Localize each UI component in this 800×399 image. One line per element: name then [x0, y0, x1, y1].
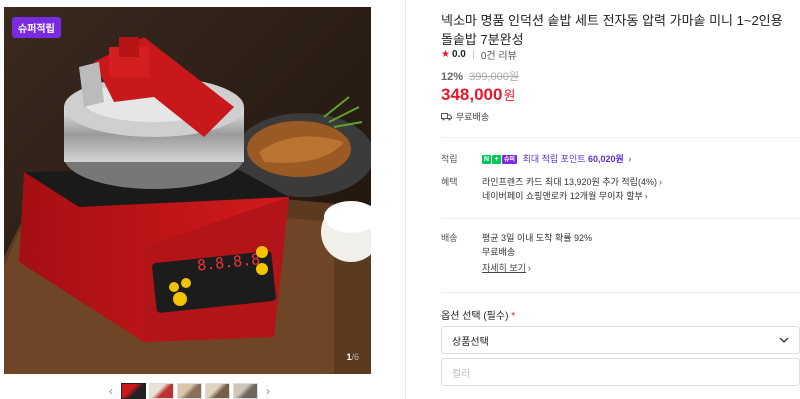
thumbnail-strip: ‹ › [104, 383, 275, 399]
max-points-amount: 60,020원 [588, 154, 624, 164]
npay-n-icon: N [482, 155, 491, 165]
sale-price-value: 348,000 [441, 85, 503, 104]
chevron-right-icon: › [644, 191, 648, 201]
sale-price-unit: 원 [503, 88, 516, 103]
thumbnail-2[interactable] [149, 383, 174, 399]
image-counter: 1/6 [346, 352, 359, 362]
color-select[interactable]: 컬러 [441, 358, 800, 386]
section-divider [441, 218, 800, 219]
rating-score: 0.0 [451, 49, 466, 60]
product-title: 넥소마 명품 인덕션 솥밥 세트 전자동 압력 가마솥 미니 1~2인용 돌솥밥… [441, 13, 783, 47]
free-shipping-line: 무료배송 [441, 110, 489, 123]
thumbnail-4[interactable] [205, 383, 230, 399]
chevron-right-icon: › [527, 263, 531, 273]
required-mark: * [511, 311, 516, 322]
thumbnail-prev-icon[interactable]: ‹ [104, 384, 118, 398]
rating-summary: ★ 0.0 0건 리뷰 [441, 47, 517, 62]
discount-rate: 12% [441, 71, 464, 83]
benefits-content: 라인프렌즈 카드 최대 13,920원 추가 적립(4%) › 네이버페이 쇼핑앤… [482, 175, 782, 203]
thumbnail-1[interactable] [121, 383, 146, 399]
thumbnail-next-icon[interactable]: › [261, 384, 275, 398]
super-points-badge: 슈퍼적립 [12, 17, 61, 38]
original-price: 399,000원 [469, 71, 519, 83]
rating-separator [472, 50, 474, 59]
delivery-fee: 무료배송 [482, 247, 516, 257]
delivery-content: 평균 3일 이내 도착 확률 92% 무료배송 자세히 보기 › [482, 231, 782, 275]
max-points-text: 최대 적립 포인트 60,020원 [523, 154, 624, 164]
section-divider [441, 292, 800, 293]
thumbnail-3[interactable] [177, 383, 202, 399]
benefit-installment-line[interactable]: 네이버페이 쇼핑앤로카 12개월 무이자 할부 › [482, 189, 782, 203]
image-counter-total: /6 [351, 352, 359, 362]
product-select[interactable]: 상품선택 [441, 326, 800, 354]
sale-price: 348,000원 [441, 85, 515, 105]
free-shipping-text: 무료배송 [456, 112, 490, 122]
product-main-image[interactable]: 8.8.8.8 슈퍼적립 1/6 [4, 7, 371, 374]
product-photo: 8.8.8.8 [4, 7, 371, 374]
chevron-down-icon [779, 334, 789, 346]
delivery-label: 배송 [441, 233, 458, 243]
chevron-right-icon: › [628, 154, 632, 164]
delivery-estimate: 평균 3일 이내 도착 확률 92% [482, 233, 593, 243]
product-gallery: 8.8.8.8 슈퍼적립 1/6 ‹ › [4, 0, 371, 399]
benefit-card-text: 라인프렌즈 카드 최대 13,920원 추가 적립(4%) [482, 177, 657, 187]
chevron-right-icon: › [658, 177, 662, 187]
details-link-text: 자세히 보기 [482, 263, 526, 273]
thumbnail-5[interactable] [233, 383, 258, 399]
panel-divider [405, 0, 406, 399]
benefit-installment-text: 네이버페이 쇼핑앤로카 12개월 무이자 할부 [482, 191, 643, 201]
option-label-text: 옵션 선택 (필수) [441, 311, 509, 322]
color-select-value: 컬러 [452, 368, 471, 380]
original-price-row: 12% 399,000원 [441, 68, 519, 84]
section-divider [441, 137, 800, 138]
points-label: 적립 [441, 154, 458, 164]
delivery-details-link[interactable]: 자세히 보기 › [482, 261, 782, 275]
product-select-value: 상품선택 [452, 336, 489, 348]
review-count-link[interactable]: 0건 리뷰 [481, 47, 517, 62]
max-points-prefix: 최대 적립 포인트 [522, 154, 589, 164]
option-label: 옵션 선택 (필수) * [441, 307, 515, 322]
benefits-label: 혜택 [441, 177, 458, 187]
super-icon: 슈퍼 [502, 155, 518, 165]
star-icon: ★ [441, 49, 450, 60]
npay-badge-icon: N + 슈퍼 [482, 155, 518, 165]
npay-plus-icon: + [492, 155, 501, 165]
truck-icon [441, 113, 452, 121]
benefit-card-line[interactable]: 라인프렌즈 카드 최대 13,920원 추가 적립(4%) › [482, 175, 782, 189]
points-content[interactable]: N + 슈퍼 최대 적립 포인트 60,020원 › [482, 152, 782, 166]
